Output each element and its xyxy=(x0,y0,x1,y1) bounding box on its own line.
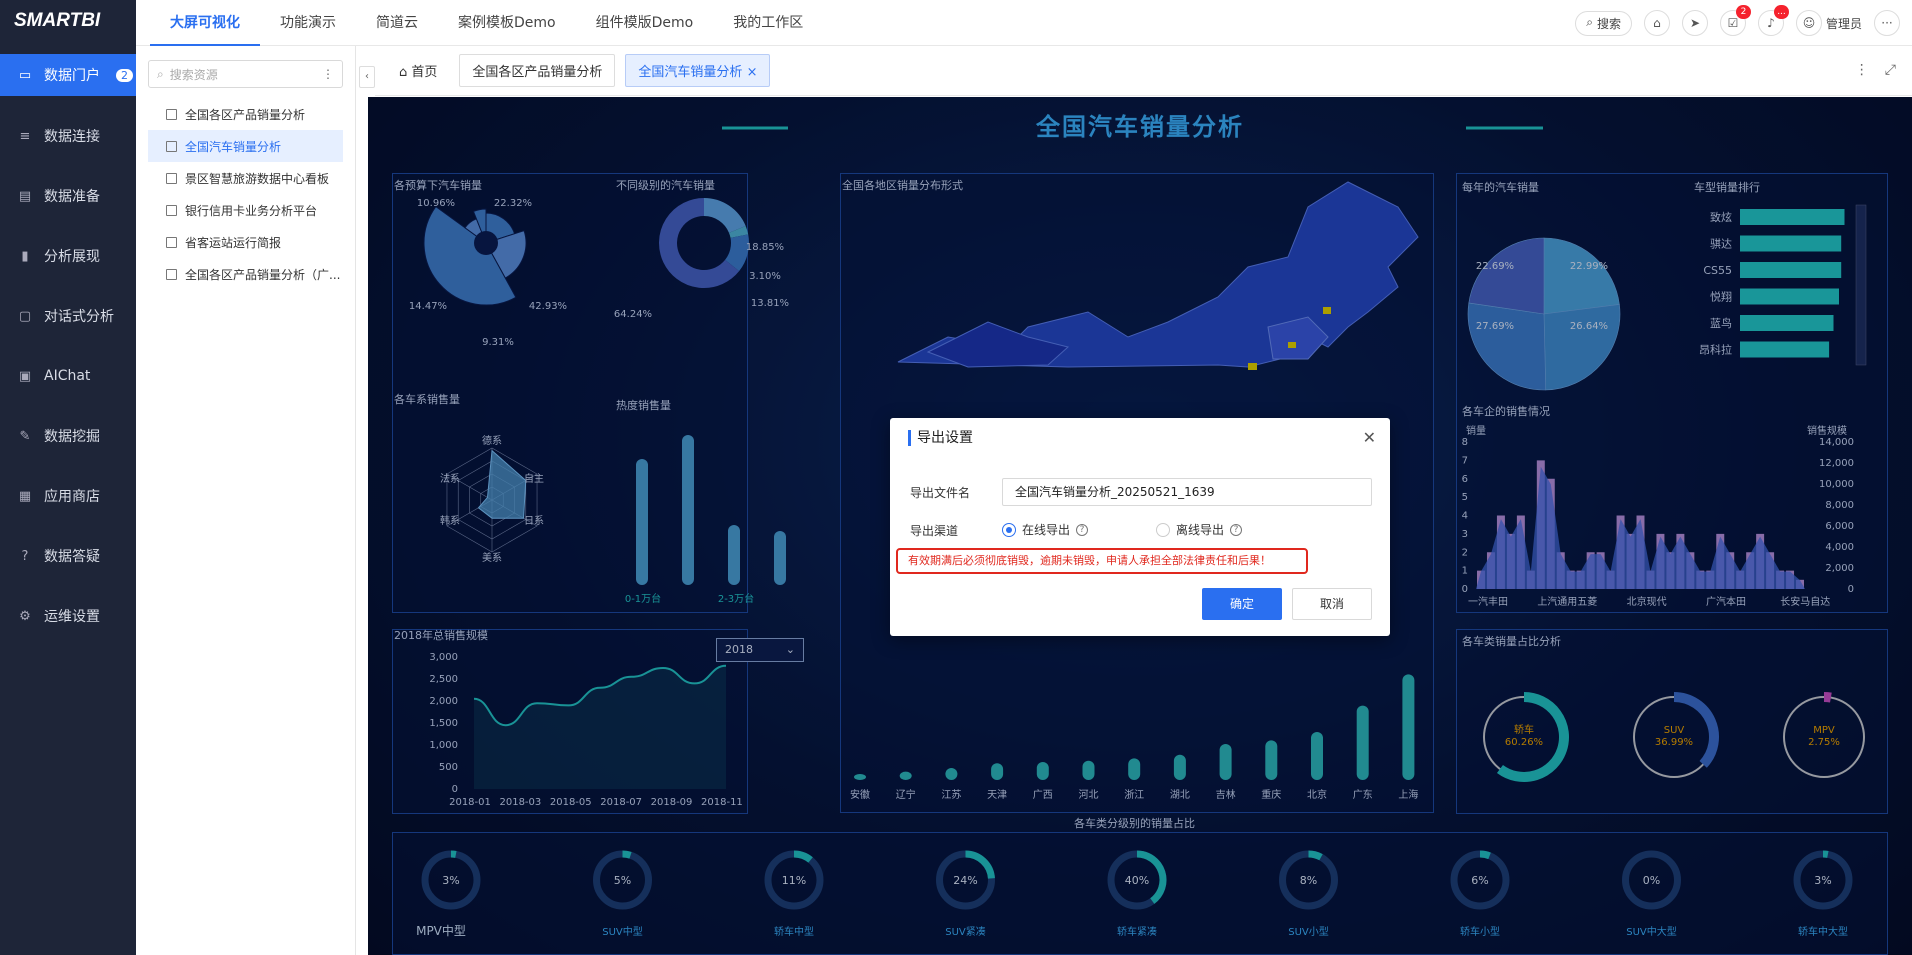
task-icon[interactable]: ☑ 2 xyxy=(1719,5,1751,36)
search-icon: ⌕ xyxy=(157,66,164,81)
monitor-icon: ▭ xyxy=(18,67,32,83)
report-icon xyxy=(166,140,177,152)
topnav-item-component-demo[interactable]: 组件模版Demo xyxy=(576,0,714,46)
tab-bar: ⌂ 首页 全国各区产品销量分析 全国汽车销量分析 × ⋮ ⤢ xyxy=(375,46,1912,96)
database-icon: ≡ xyxy=(19,128,31,144)
sidebar-item-data-qa[interactable]: ? 数据答疑 xyxy=(0,526,136,586)
user-menu[interactable]: ☺ 管理员 xyxy=(1795,10,1862,36)
tab-tools: ⋮ ⤢ xyxy=(1855,62,1896,78)
sidebar-item-ops-settings[interactable]: ⚙ 运维设置 xyxy=(0,586,136,646)
radio-unchecked xyxy=(1156,522,1170,537)
resource-item-active[interactable]: 全国汽车销量分析 xyxy=(148,130,343,162)
top-right-tools: ⌕ 搜索 ⌂ ➤ ☑ 2 ♪... ☺ 管理员 ··· xyxy=(1575,5,1900,36)
topnav-item-case-demo[interactable]: 案例模板Demo xyxy=(438,0,576,46)
resource-search-input[interactable]: ⌕ 搜索资源 ⋮ xyxy=(148,60,343,88)
gear-icon: ⚙ xyxy=(19,608,31,624)
tab-car-sales[interactable]: 全国汽车销量分析 × xyxy=(625,54,771,87)
global-search-button[interactable]: ⌕ 搜索 xyxy=(1575,10,1632,36)
report-icon xyxy=(166,236,177,248)
radio-checked xyxy=(1002,522,1016,537)
task-badge: 2 xyxy=(1735,5,1751,19)
send-icon[interactable]: ➤ xyxy=(1681,10,1708,36)
help-icon[interactable]: ? xyxy=(1230,523,1243,536)
close-icon[interactable]: ✕ xyxy=(1363,428,1376,447)
close-icon[interactable]: × xyxy=(747,65,758,80)
fullscreen-icon[interactable]: ⤢ xyxy=(1885,62,1896,78)
resource-item[interactable]: 全国各区产品销量分析 xyxy=(136,98,355,130)
smartbi-logo: SMARTBI xyxy=(14,10,101,31)
report-icon xyxy=(166,172,177,184)
apps-icon: ▦ xyxy=(18,488,32,504)
tab-region-sales[interactable]: 全国各区产品销量分析 xyxy=(459,54,616,87)
tab-home[interactable]: ⌂ 首页 xyxy=(387,55,449,86)
filename-input[interactable]: 全国汽车销量分析_20250521_1639 xyxy=(1002,478,1372,506)
home-icon[interactable]: ⌂ xyxy=(1643,10,1670,36)
ok-button[interactable]: 确定 xyxy=(1202,588,1282,620)
ai-chat-icon: ▣ xyxy=(18,368,32,384)
sidebar-item-data-portal[interactable]: ▭ 数据门户 2 xyxy=(0,54,136,96)
sidebar: ▭ 数据门户 2 ≡ 数据连接 ▤ 数据准备 ▮ 分析展现 ▢ 对话式分析 ▣ AIChat … xyxy=(0,46,136,955)
cancel-button[interactable]: 取消 xyxy=(1292,588,1372,620)
topnav-item-demo[interactable]: 功能演示 xyxy=(260,0,356,46)
sidebar-item-aichat[interactable]: ▣ AIChat xyxy=(0,346,136,406)
collapse-panel-button[interactable]: ‹ xyxy=(359,66,375,88)
sidebar-item-analysis[interactable]: ▮ 分析展现 xyxy=(0,226,136,286)
warning-text: 有效期满后必须彻底销毁，逾期未销毁，申请人承担全部法律责任和后果！ xyxy=(896,548,1308,574)
bell-badge: ... xyxy=(1773,5,1789,19)
report-icon xyxy=(166,268,177,280)
report-icon xyxy=(166,204,177,216)
online-export-radio[interactable]: 在线导出? xyxy=(1002,521,1089,538)
more-icon[interactable]: ··· xyxy=(1874,10,1900,36)
chat-icon: ▢ xyxy=(18,308,32,324)
dialog-title: 导出设置 xyxy=(908,430,973,446)
resource-item[interactable]: 银行信用卡业务分析平台 xyxy=(136,194,355,226)
resource-item[interactable]: 省客运站运行简报 xyxy=(136,226,355,258)
sidebar-item-data-prep[interactable]: ▤ 数据准备 xyxy=(0,166,136,226)
export-settings-dialog: 导出设置 ✕ 导出文件名 全国汽车销量分析_20250521_1639 导出渠道… xyxy=(890,418,1390,636)
topnav-item-bigscreen[interactable]: 大屏可视化 xyxy=(150,0,260,46)
channel-label: 导出渠道 xyxy=(910,524,959,538)
server-icon: ▤ xyxy=(18,188,32,204)
help-icon[interactable]: ? xyxy=(1076,523,1089,536)
pencil-icon: ✎ xyxy=(19,428,31,444)
more-vertical-icon[interactable]: ⋮ xyxy=(1855,62,1869,78)
search-icon: ⌕ xyxy=(1586,14,1593,29)
home-icon: ⌂ xyxy=(399,65,412,80)
topnav-item-workspace[interactable]: 我的工作区 xyxy=(713,0,823,46)
sidebar-item-data-connect[interactable]: ≡ 数据连接 xyxy=(0,106,136,166)
topnav-item-jiandaoyun[interactable]: 简道云 xyxy=(356,0,438,46)
sidebar-item-data-mining[interactable]: ✎ 数据挖掘 xyxy=(0,406,136,466)
resource-item[interactable]: 全国各区产品销量分析（广... xyxy=(136,258,355,290)
resource-panel: ⌕ 搜索资源 ⋮ 全国各区产品销量分析 全国汽车销量分析 景区智慧旅游数据中心看板 … xyxy=(136,46,356,955)
bar-chart-icon: ▮ xyxy=(21,248,29,264)
report-icon xyxy=(166,108,177,120)
filename-label: 导出文件名 xyxy=(910,486,971,500)
offline-export-radio[interactable]: 离线导出? xyxy=(1156,521,1243,538)
top-nav: 大屏可视化 功能演示 简道云 案例模板Demo 组件模版Demo 我的工作区 xyxy=(150,0,823,46)
bell-icon[interactable]: ♪... xyxy=(1757,5,1789,36)
resource-item[interactable]: 景区智慧旅游数据中心看板 xyxy=(136,162,355,194)
sidebar-item-chat-analysis[interactable]: ▢ 对话式分析 xyxy=(0,286,136,346)
sidebar-item-app-store[interactable]: ▦ 应用商店 xyxy=(0,466,136,526)
sidebar-badge: 2 xyxy=(116,68,133,82)
user-avatar-icon: ☺ xyxy=(1795,10,1822,36)
top-bar: SMARTBI 大屏可视化 功能演示 简道云 案例模板Demo 组件模版Demo… xyxy=(0,0,1912,46)
more-vertical-icon[interactable]: ⋮ xyxy=(322,67,334,81)
question-icon: ? xyxy=(21,548,29,564)
